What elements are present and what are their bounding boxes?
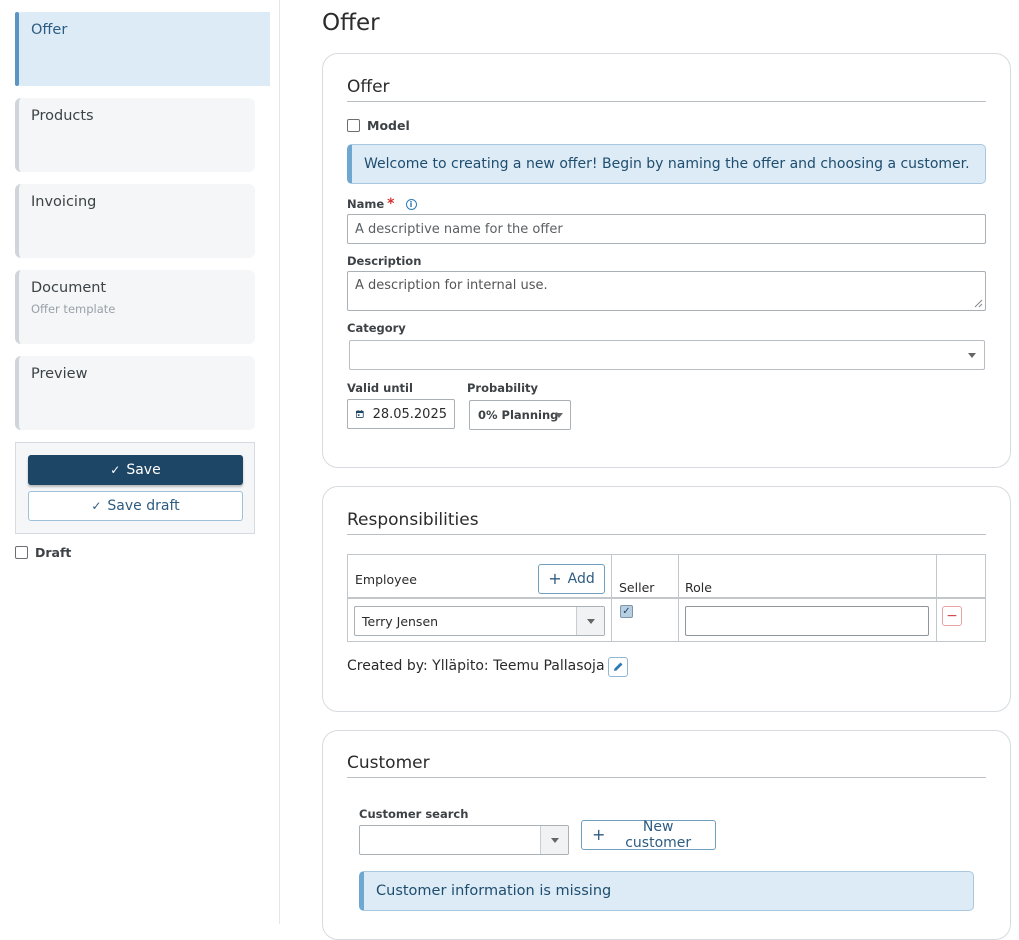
- probability-label: Probability: [467, 381, 539, 395]
- step-label: Invoicing: [31, 194, 97, 210]
- remove-row-button[interactable]: −: [942, 606, 962, 626]
- employee-column-header: Employee + Add: [348, 555, 612, 599]
- description-label: Description: [347, 254, 422, 268]
- check-icon: ✓: [110, 463, 121, 477]
- employee-select[interactable]: Terry Jensen: [354, 606, 605, 636]
- draft-checkbox[interactable]: [15, 546, 28, 559]
- edit-creator-button[interactable]: [608, 657, 628, 677]
- save-draft-button[interactable]: ✓ Save draft: [28, 491, 243, 521]
- plus-icon: +: [592, 825, 606, 844]
- table-row-actions-cell: −: [937, 599, 985, 642]
- card-title: Responsibilities: [347, 510, 479, 530]
- check-icon: ✓: [91, 499, 102, 513]
- step-label: Preview: [31, 366, 88, 382]
- card-title: Offer: [347, 77, 390, 97]
- step-products[interactable]: Products: [15, 98, 255, 172]
- customer-search-label: Customer search: [359, 807, 469, 821]
- chevron-down-icon: [968, 353, 976, 358]
- model-checkbox[interactable]: [347, 119, 360, 132]
- customer-missing-text: Customer information is missing: [376, 883, 612, 899]
- draft-checkbox-row: Draft: [15, 545, 71, 560]
- role-header-label: Role: [685, 580, 712, 595]
- name-placeholder: A descriptive name for the offer: [355, 221, 563, 237]
- employee-table: Employee + Add Seller Role Terry Jensen …: [347, 554, 986, 642]
- pencil-icon: [614, 662, 623, 671]
- valid-until-value: 28.05.2025: [372, 406, 447, 422]
- role-input[interactable]: [685, 606, 929, 636]
- actions-column-header: [937, 555, 985, 599]
- required-mark: *: [387, 196, 395, 212]
- table-row-role-cell: [679, 599, 937, 642]
- add-button-label: Add: [567, 571, 595, 587]
- valid-until-datepicker[interactable]: 28.05.2025: [347, 399, 455, 429]
- step-label: Products: [31, 108, 94, 124]
- card-title: Customer: [347, 753, 430, 773]
- category-label: Category: [347, 321, 406, 335]
- customer-search-toggle[interactable]: [540, 826, 568, 854]
- probability-select[interactable]: 0% Planning: [469, 400, 571, 430]
- plus-icon: +: [548, 569, 562, 588]
- new-customer-button[interactable]: + New customer: [581, 819, 716, 851]
- employee-header-label: Employee: [355, 572, 417, 587]
- step-label: Offer: [31, 22, 68, 38]
- name-label-row: Name * i: [347, 196, 417, 212]
- chevron-down-icon: [555, 413, 563, 418]
- offer-card: Offer Model Welcome to creating a new of…: [322, 53, 1011, 468]
- name-input[interactable]: A descriptive name for the offer: [347, 214, 986, 244]
- check-icon: ✓: [622, 606, 631, 617]
- responsibilities-card: Responsibilities Employee + Add Seller R…: [322, 486, 1011, 712]
- save-draft-button-label: Save draft: [107, 498, 180, 514]
- table-row-seller-cell: ✓: [612, 599, 679, 642]
- employee-select-toggle[interactable]: [576, 607, 604, 635]
- customer-missing-info-box: Customer information is missing: [359, 871, 974, 911]
- step-invoicing[interactable]: Invoicing: [15, 184, 255, 258]
- category-select[interactable]: [349, 340, 985, 370]
- add-employee-button[interactable]: + Add: [538, 564, 605, 594]
- new-customer-label: New customer: [625, 819, 692, 851]
- description-textarea[interactable]: A description for internal use.: [347, 271, 986, 311]
- save-panel: ✓ Save ✓ Save draft: [15, 442, 255, 534]
- chevron-down-icon: [550, 837, 559, 843]
- seller-column-header: Seller: [612, 555, 679, 599]
- wizard-sidebar: Offer Products Invoicing Document Offer …: [0, 0, 280, 924]
- divider: [347, 777, 986, 778]
- welcome-text: Welcome to creating a new offer! Begin b…: [364, 156, 970, 172]
- minus-icon: −: [946, 608, 958, 624]
- step-label: Document: [31, 280, 107, 296]
- customer-card: Customer Customer search + New customer …: [322, 730, 1011, 940]
- role-column-header: Role: [679, 555, 937, 599]
- employee-value: Terry Jensen: [362, 613, 439, 629]
- seller-header-label: Seller: [619, 580, 655, 595]
- calendar-icon[interactable]: [356, 408, 364, 420]
- page-title: Offer: [322, 10, 380, 36]
- probability-value: 0% Planning: [478, 408, 559, 422]
- step-preview[interactable]: Preview: [15, 356, 255, 430]
- save-button[interactable]: ✓ Save: [28, 455, 243, 485]
- model-label: Model: [367, 118, 410, 133]
- resize-handle-icon[interactable]: [974, 299, 983, 308]
- table-row-employee-cell: Terry Jensen: [348, 599, 612, 642]
- name-label: Name: [347, 197, 385, 211]
- model-checkbox-row: Model: [347, 118, 410, 133]
- description-placeholder: A description for internal use.: [355, 278, 548, 293]
- draft-label: Draft: [35, 545, 72, 560]
- step-document[interactable]: Document Offer template: [15, 270, 255, 344]
- info-icon[interactable]: i: [405, 198, 417, 210]
- chevron-down-icon: [586, 618, 595, 624]
- valid-until-label: Valid until: [347, 381, 413, 395]
- created-by-text: Created by: Ylläpito: Teemu Pallasoja: [347, 658, 605, 674]
- seller-checkbox[interactable]: ✓: [620, 605, 633, 618]
- step-sublabel: Offer template: [31, 302, 116, 316]
- save-button-label: Save: [126, 462, 161, 478]
- divider: [347, 101, 986, 102]
- welcome-info-box: Welcome to creating a new offer! Begin b…: [347, 144, 986, 184]
- step-offer[interactable]: Offer: [15, 12, 270, 86]
- divider: [347, 534, 986, 535]
- customer-search-select[interactable]: [359, 825, 569, 855]
